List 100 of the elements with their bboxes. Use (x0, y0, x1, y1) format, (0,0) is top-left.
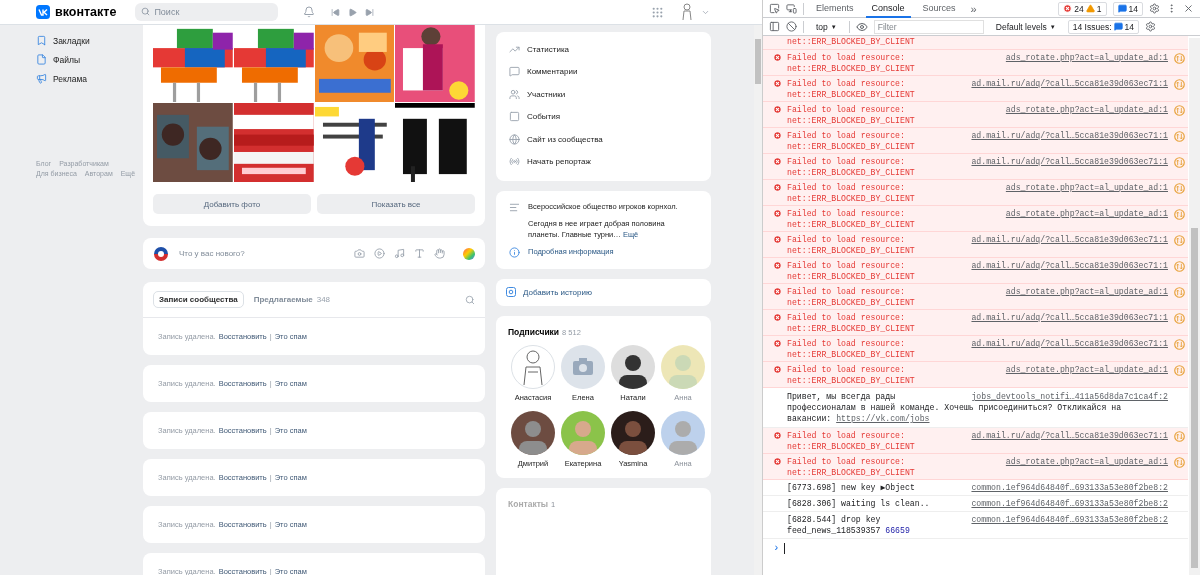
menu-item[interactable]: Сайт из сообщества (496, 128, 711, 151)
arrows-circle-icon[interactable] (1174, 131, 1185, 142)
square-icon (509, 111, 520, 123)
devtools-tab[interactable]: Console (865, 0, 911, 18)
eye-icon[interactable] (855, 20, 868, 33)
menu-item[interactable]: Участники (496, 83, 711, 106)
filter-field[interactable]: Filter (873, 19, 984, 34)
nav-item[interactable]: Файлы (36, 50, 143, 69)
scrollbar[interactable] (1189, 38, 1200, 575)
apps-grid-icon[interactable] (651, 5, 664, 19)
object-toggle[interactable]: ▶Object (880, 483, 915, 492)
search-icon[interactable] (465, 294, 475, 305)
bell-icon[interactable] (303, 6, 316, 18)
nav-item[interactable]: Реклама (36, 69, 143, 88)
feed-tab[interactable]: Записи сообщества (153, 291, 244, 308)
file-icon (36, 54, 47, 65)
menu-item[interactable]: Статистика (496, 38, 711, 61)
arrows-circle-icon[interactable] (1174, 209, 1185, 220)
figure-avatar[interactable] (681, 3, 693, 21)
arrows-circle-icon[interactable] (1174, 53, 1185, 64)
hand-icon[interactable] (434, 248, 445, 259)
previous-icon[interactable] (331, 7, 341, 17)
sidebar-icon[interactable] (769, 21, 780, 32)
search-field[interactable]: Поиск (135, 3, 279, 21)
error-icon (773, 457, 782, 466)
error-message: Failed to load resource: (787, 182, 906, 193)
logo-text[interactable]: вконтакте (55, 5, 117, 19)
source-link[interactable]: ad.mail.ru/adq/?call…5cca81e39d063ec71:1 (971, 430, 1168, 452)
error-icon (773, 131, 782, 140)
arrows-circle-icon[interactable] (1174, 313, 1185, 324)
devtools-tab[interactable]: Elements (810, 0, 860, 18)
inspect-icon[interactable] (769, 3, 780, 14)
source-link[interactable]: ad.mail.ru/adq/?call…5cca81e39d063ec71:1 (971, 78, 1168, 100)
messages-badge[interactable]: 14 (1112, 1, 1143, 16)
arrows-circle-icon[interactable] (1174, 457, 1185, 468)
logo-icon[interactable] (36, 5, 50, 19)
source-link[interactable]: ads_rotate.php?act=al_update_ad:1 (1005, 286, 1168, 308)
devtools-tab[interactable]: Sources (916, 0, 962, 18)
figure-avatar (511, 344, 555, 389)
source-link[interactable]: ads_rotate.php?act=al_update_ad:1 (1005, 52, 1168, 74)
error-icon (773, 313, 782, 322)
camera-icon[interactable] (354, 248, 365, 259)
source-link[interactable]: common.1ef964d64840f…693133a53e80f2be8:2 (971, 514, 1168, 536)
clear-icon[interactable] (786, 21, 797, 32)
source-link[interactable]: ad.mail.ru/adq/?call…5cca81e39d063ec71:1 (971, 156, 1168, 178)
arrows-circle-icon[interactable] (1174, 235, 1185, 246)
errors-badge[interactable]: 24 1 (1058, 1, 1107, 16)
error-icon (773, 339, 782, 348)
settings-icon[interactable] (1149, 3, 1160, 14)
error-detail: net::ERR_BLOCKED_BY_CLIENT (787, 63, 916, 74)
arrows-circle-icon[interactable] (1174, 339, 1185, 350)
source-link[interactable]: common.1ef964d64840f…693133a53e80f2be8:2 (971, 482, 1168, 493)
community-avatar[interactable] (153, 245, 169, 262)
bookmark-icon (36, 35, 47, 46)
next-icon[interactable] (365, 7, 375, 17)
play-icon[interactable] (348, 7, 358, 17)
source-link[interactable]: jobs_devtools_notifi…411a56d8da7c1ca4f:2 (971, 391, 1168, 402)
arrows-circle-icon[interactable] (1174, 105, 1185, 116)
photo-button[interactable]: Добавить фото (153, 194, 311, 214)
source-link[interactable]: common.1ef964d64840f…693133a53e80f2be8:2 (971, 498, 1168, 509)
photo-button[interactable]: Показать все (317, 194, 475, 214)
menu-item[interactable]: Начать репортаж (496, 150, 711, 173)
color-wheel-icon[interactable] (463, 247, 475, 260)
comment-icon (509, 66, 520, 78)
menu-item[interactable]: События (496, 105, 711, 128)
arrows-circle-icon[interactable] (1174, 157, 1185, 168)
error-icon (773, 287, 782, 296)
source-link[interactable]: ads_rotate.php?act=al_update_ad:1 (1005, 182, 1168, 204)
arrows-circle-icon[interactable] (1174, 287, 1185, 298)
source-link[interactable]: ad.mail.ru/adq/?call…5cca81e39d063ec71:1 (971, 234, 1168, 256)
source-link[interactable]: ad.mail.ru/adq/?call…5cca81e39d063ec71:1 (971, 130, 1168, 152)
source-link[interactable]: ads_rotate.php?act=al_update_ad:1 (1005, 208, 1168, 230)
scrollbar[interactable] (754, 25, 762, 575)
source-link[interactable]: ad.mail.ru/adq/?call…5cca81e39d063ec71:1 (971, 312, 1168, 334)
jobs-link[interactable]: https://vk.com/jobs (836, 414, 930, 423)
source-link[interactable]: ads_rotate.php?act=al_update_ad:1 (1005, 104, 1168, 126)
error-detail: net::ERR_BLOCKED_BY_CLIENT (787, 193, 916, 204)
issues-button[interactable]: 14 Issues: 14 (1067, 19, 1139, 34)
error-message: Failed to load resource: (787, 104, 906, 115)
error-detail: net::ERR_BLOCKED_BY_CLIENT (787, 467, 916, 478)
play-circle-icon[interactable] (374, 248, 385, 259)
more-tabs-button[interactable]: » (967, 2, 980, 15)
arrows-circle-icon[interactable] (1174, 261, 1185, 272)
source-link[interactable]: ad.mail.ru/adq/?call…5cca81e39d063ec71:1 (971, 338, 1168, 360)
arrows-circle-icon[interactable] (1174, 431, 1185, 442)
add-story-link[interactable]: Добавить историю (523, 287, 592, 297)
nav-item[interactable]: Закладки (36, 31, 143, 50)
music-icon[interactable] (394, 248, 405, 259)
source-link[interactable]: ads_rotate.php?act=al_update_ad:1 (1005, 456, 1168, 478)
arrows-circle-icon[interactable] (1174, 183, 1185, 194)
error-detail: net::ERR_BLOCKED_BY_CLIENT (787, 375, 916, 386)
arrows-circle-icon[interactable] (1174, 79, 1185, 90)
menu-item[interactable]: Комментарии (496, 60, 711, 83)
device-icon[interactable] (786, 3, 797, 14)
arrows-circle-icon[interactable] (1174, 365, 1185, 376)
source-link[interactable]: ad.mail.ru/adq/?call…5cca81e39d063ec71:1 (971, 260, 1168, 282)
source-link[interactable]: ads_rotate.php?act=al_update_ad:1 (1005, 364, 1168, 386)
close-icon[interactable] (1183, 3, 1194, 14)
text-icon[interactable] (414, 248, 425, 259)
settings-icon[interactable] (1145, 21, 1156, 32)
